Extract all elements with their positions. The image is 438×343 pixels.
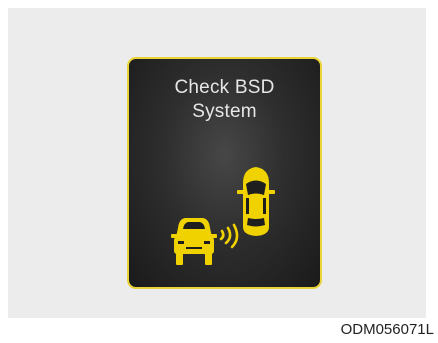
cluster-warning-display: Check BSD System [127,57,322,289]
blind-spot-detection-icon [171,167,275,265]
figure-code: ODM056071L [340,321,434,338]
host-vehicle-icon [237,167,275,236]
sensor-wave-icon [219,223,239,249]
rear-vehicle-icon [171,218,217,265]
